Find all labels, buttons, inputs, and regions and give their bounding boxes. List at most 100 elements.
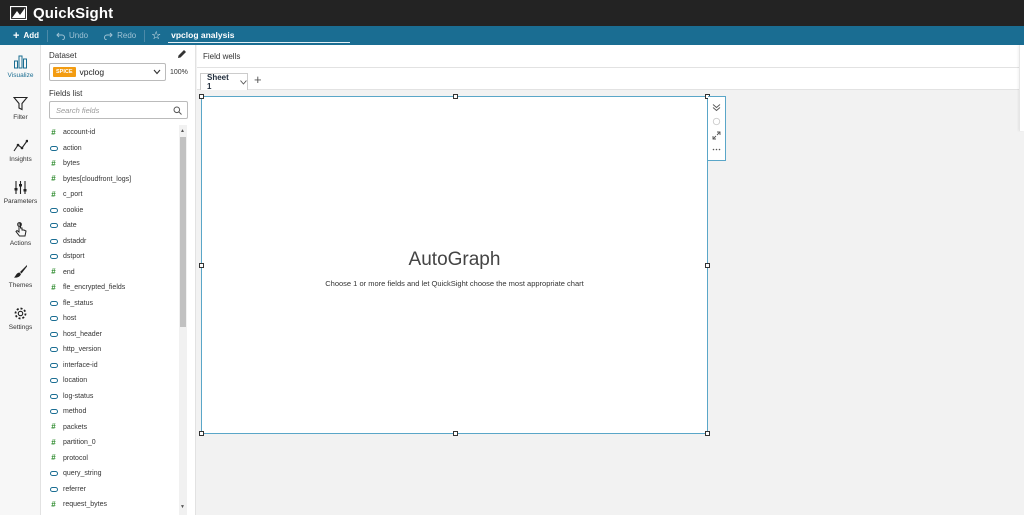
field-item[interactable]: date — [49, 218, 184, 234]
field-item[interactable]: # end — [49, 265, 184, 281]
dimension-field-icon — [49, 314, 58, 323]
analysis-title-input[interactable]: vpclog analysis — [168, 28, 351, 43]
field-item[interactable]: dstport — [49, 249, 184, 265]
field-name: cookie — [63, 206, 84, 214]
field-name: dstaddr — [63, 237, 87, 245]
dimension-field-icon — [49, 299, 58, 308]
field-name: action — [63, 144, 82, 152]
visual-subtitle: Choose 1 or more fields and let QuickSig… — [325, 279, 584, 288]
rail-item-actions[interactable]: Actions — [0, 213, 41, 255]
field-wells-label: Field wells — [203, 51, 241, 61]
field-wells-bar[interactable]: Field wells — [197, 45, 1024, 68]
field-name: host — [63, 315, 77, 323]
field-item[interactable]: fle_status — [49, 296, 184, 312]
collapse-chevrons-icon[interactable] — [712, 103, 721, 112]
field-item[interactable]: log-status — [49, 389, 184, 405]
search-placeholder: Search fields — [56, 105, 100, 115]
dataset-select[interactable]: SPICE vpclog — [49, 63, 166, 81]
tab-sheet-1[interactable]: Sheet 1 — [200, 73, 248, 91]
dimension-field-icon — [49, 330, 58, 339]
add-sheet-plus-icon[interactable]: + — [254, 72, 262, 87]
scrollbar-thumb[interactable] — [180, 137, 186, 327]
fields-list-label: Fields list — [49, 89, 83, 98]
undo-button[interactable]: Undo — [48, 26, 96, 45]
expand-icon[interactable] — [712, 131, 721, 140]
field-name: http_version — [63, 346, 102, 354]
field-item[interactable]: # bytes[cloudfront_logs] — [49, 172, 184, 188]
chevron-down-icon[interactable] — [240, 79, 247, 85]
field-name: query_string — [63, 470, 102, 478]
scroll-down-icon[interactable]: ▼ — [180, 504, 185, 510]
field-item[interactable]: interface-id — [49, 358, 184, 374]
app-brand[interactable]: QuickSight — [33, 5, 113, 22]
resize-handle[interactable] — [453, 431, 458, 436]
numeric-field-icon: # — [51, 189, 56, 199]
field-name: method — [63, 408, 87, 416]
field-item[interactable]: # request_bytes — [49, 497, 184, 513]
left-nav-rail: Visualize Filter Insights Parameters Act… — [0, 45, 41, 515]
redo-button[interactable]: Redo — [96, 26, 144, 45]
sliders-icon — [14, 180, 27, 194]
rail-item-visualize[interactable]: Visualize — [0, 45, 41, 87]
numeric-field-icon: # — [51, 499, 56, 509]
field-item[interactable]: # c_port — [49, 187, 184, 203]
numeric-field-icon: # — [51, 282, 56, 292]
rail-item-filter[interactable]: Filter — [0, 87, 41, 129]
field-item[interactable]: method — [49, 404, 184, 420]
field-item[interactable]: # protocol — [49, 451, 184, 467]
field-item[interactable]: action — [49, 141, 184, 157]
field-item[interactable]: # account-id — [49, 125, 184, 141]
rail-item-insights[interactable]: Insights — [0, 129, 41, 171]
dataset-label: Dataset — [49, 51, 77, 60]
circle-icon[interactable] — [712, 117, 721, 126]
dataset-percent: 100% — [170, 69, 188, 76]
dimension-field-icon — [49, 144, 58, 153]
rail-label: Visualize — [7, 71, 34, 79]
add-label: Add — [23, 31, 39, 40]
field-item[interactable]: # fle_encrypted_fields — [49, 280, 184, 296]
sheet-tabs-bar: Sheet 1 + — [197, 68, 1024, 91]
scroll-up-icon[interactable]: ▲ — [180, 128, 185, 134]
redo-icon — [104, 32, 113, 40]
field-item[interactable]: dstaddr — [49, 234, 184, 250]
field-name: account-id — [63, 129, 96, 137]
dataset-name: vpclog — [79, 67, 105, 77]
field-item[interactable]: # partition_0 — [49, 435, 184, 451]
toolbar-divider — [144, 29, 146, 42]
field-item[interactable]: referrer — [49, 482, 184, 498]
field-name: date — [63, 222, 77, 230]
field-item[interactable]: query_string — [49, 466, 184, 482]
brush-icon — [14, 264, 27, 278]
undo-label: Undo — [69, 31, 89, 40]
star-icon[interactable]: ☆ — [151, 29, 161, 42]
search-fields-input[interactable]: Search fields — [49, 101, 188, 119]
field-item[interactable]: cookie — [49, 203, 184, 219]
more-options-icon[interactable] — [712, 145, 721, 154]
redo-label: Redo — [117, 31, 137, 40]
field-name: bytes[cloudfront_logs] — [63, 175, 132, 183]
field-item[interactable]: host_header — [49, 327, 184, 343]
funnel-icon — [13, 96, 28, 110]
field-name: end — [63, 268, 75, 276]
field-item[interactable]: # bytes — [49, 156, 184, 172]
rail-item-parameters[interactable]: Parameters — [0, 171, 41, 213]
title-bar: QuickSight — [0, 0, 1024, 26]
field-item[interactable]: # packets — [49, 420, 184, 436]
field-item[interactable]: host — [49, 311, 184, 327]
resize-handle[interactable] — [199, 431, 204, 436]
fields-scrollbar[interactable]: ▲ ▼ — [179, 125, 187, 515]
resize-handle[interactable] — [453, 94, 458, 99]
add-button[interactable]: + Add — [0, 26, 47, 45]
autograph-visual[interactable]: AutoGraph Choose 1 or more fields and le… — [199, 94, 710, 436]
rail-item-themes[interactable]: Themes — [0, 255, 41, 297]
field-item[interactable]: http_version — [49, 342, 184, 358]
rail-item-settings[interactable]: Settings — [0, 297, 41, 339]
resize-handle[interactable] — [705, 431, 710, 436]
edit-dataset-pencil-icon[interactable] — [177, 49, 187, 59]
dimension-field-icon — [49, 407, 58, 416]
field-name: log-status — [63, 392, 94, 400]
rail-label: Actions — [9, 239, 32, 247]
dimension-field-icon — [49, 206, 58, 215]
field-item[interactable]: location — [49, 373, 184, 389]
resize-handle[interactable] — [199, 94, 204, 99]
